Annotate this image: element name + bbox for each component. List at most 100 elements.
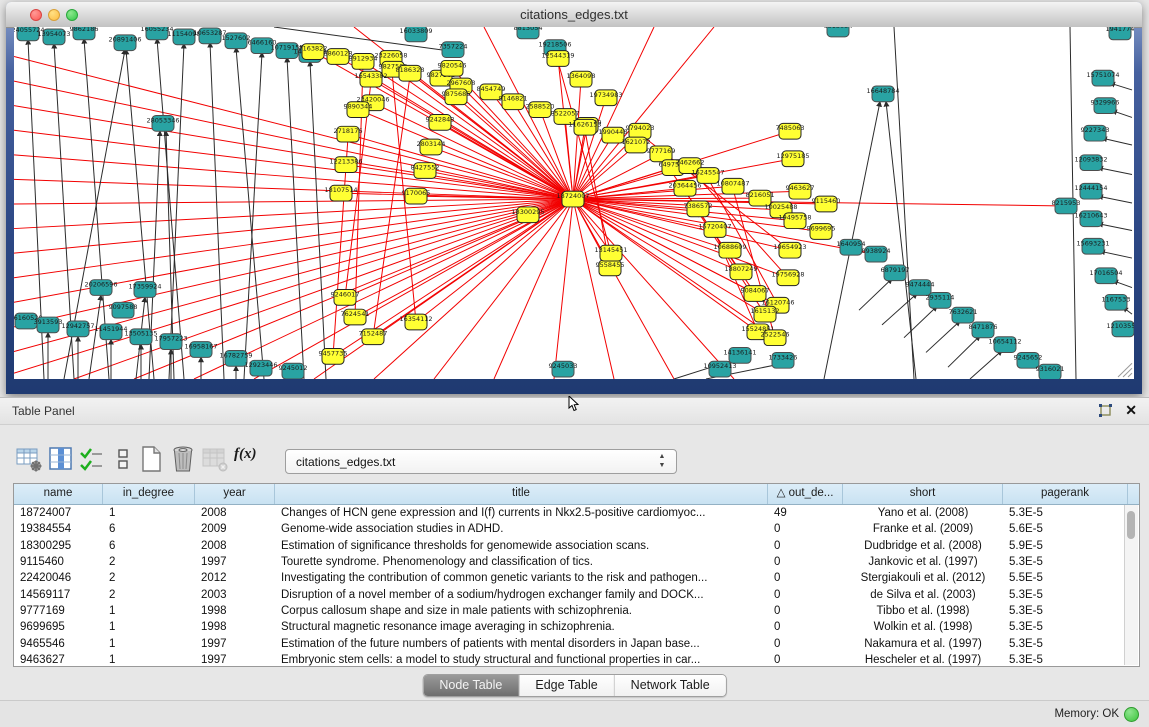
graph-node[interactable]: 9463627 <box>786 183 815 199</box>
graph-node[interactable]: 9457735 <box>319 349 348 365</box>
graph-node[interactable]: 10952413 <box>703 361 736 377</box>
column-header-year[interactable]: year <box>195 484 275 504</box>
graph-node[interactable]: 7386572 <box>684 201 713 217</box>
graph-edge[interactable] <box>157 39 184 379</box>
graph-node[interactable]: 18807249 <box>724 264 757 280</box>
graph-node[interactable]: 18300295 <box>511 207 544 223</box>
graph-node[interactable]: 12923446 <box>244 360 277 376</box>
column-header-short[interactable]: short <box>843 484 1003 504</box>
graph-node[interactable]: 20891406 <box>108 35 141 51</box>
table-row[interactable]: 969969511998Structural magnetic resonanc… <box>14 619 1139 635</box>
graph-edge[interactable] <box>554 199 573 379</box>
table-selector-dropdown[interactable]: citations_edges.txt ▲▼ <box>285 449 677 474</box>
vertical-scrollbar[interactable] <box>1124 505 1138 665</box>
graph-node[interactable]: 17359924 <box>128 282 161 298</box>
graph-node[interactable]: 12942757 <box>61 321 94 337</box>
graph-node[interactable]: 20206596 <box>84 280 117 296</box>
graph-node[interactable]: 12975185 <box>776 151 809 167</box>
table-row[interactable]: 1938455462009Genome-wide association stu… <box>14 521 1139 537</box>
graph-node[interactable]: 8471876 <box>969 322 998 338</box>
graph-node[interactable]: 1733426 <box>769 352 798 368</box>
graph-edge[interactable] <box>1100 251 1132 258</box>
graph-node[interactable]: 7624541 <box>341 309 370 325</box>
graph-edge[interactable] <box>210 43 224 379</box>
graph-node[interactable]: 13505135 <box>124 329 157 345</box>
graph-node[interactable]: 6813054 <box>824 27 853 37</box>
graph-node[interactable]: 6879197 <box>881 265 910 281</box>
tab-network-table[interactable]: Network Table <box>615 675 726 696</box>
graph-edge[interactable] <box>431 147 573 199</box>
graph-node[interactable]: 1615132 <box>751 306 780 322</box>
select-all-icon[interactable] <box>76 444 106 474</box>
graph-node[interactable]: 9875685 <box>442 89 471 105</box>
graph-node[interactable]: 3913593 <box>34 317 63 333</box>
graph-node[interactable]: 7485063 <box>776 123 805 139</box>
graph-node[interactable]: 9699695 <box>807 224 836 240</box>
graph-edge[interactable] <box>1098 196 1132 203</box>
graph-node[interactable]: 17016504 <box>1089 268 1122 284</box>
graph-node[interactable]: 14136141 <box>723 348 756 364</box>
graph-node[interactable]: 16958167 <box>184 342 217 358</box>
show-column-icon[interactable] <box>46 444 76 474</box>
graph-node[interactable]: 18107514 <box>324 185 357 201</box>
graph-node[interactable]: 2522546 <box>761 330 790 346</box>
graph-node[interactable]: 9245012 <box>279 363 308 379</box>
graph-node[interactable]: 9097588 <box>109 302 138 318</box>
graph-node[interactable]: 9170065 <box>402 188 431 204</box>
graph-edge[interactable] <box>948 336 980 367</box>
table-row[interactable]: 911546021997Tourette syndrome. Phenomeno… <box>14 554 1139 570</box>
column-header-in_degree[interactable]: in_degree <box>103 484 195 504</box>
graph-node[interactable]: 2718176 <box>334 126 363 142</box>
tab-edge-table[interactable]: Edge Table <box>519 675 614 696</box>
graph-node[interactable]: 1527602 <box>222 33 251 49</box>
graph-node[interactable]: 13145451 <box>594 245 627 261</box>
graph-node[interactable]: 8427552 <box>411 163 440 179</box>
table-row[interactable]: 1456911722003Disruption of a novel membe… <box>14 586 1139 602</box>
graph-node[interactable]: 8186328 <box>396 65 425 81</box>
graph-edge[interactable] <box>169 44 184 379</box>
graph-node[interactable]: 15751074 <box>1086 70 1119 86</box>
graph-edge[interactable] <box>573 199 674 379</box>
table-row[interactable]: 2242004622012Investigating the contribut… <box>14 570 1139 586</box>
table-row[interactable]: 946362711997Embryonic stem cells: a mode… <box>14 652 1139 667</box>
graph-node[interactable]: 17957223 <box>154 334 187 350</box>
graph-edge[interactable] <box>926 321 960 352</box>
graph-node[interactable]: 8912934 <box>349 54 378 70</box>
graph-edge[interactable] <box>573 27 654 199</box>
column-header-name[interactable]: name <box>14 484 103 504</box>
graph-node[interactable]: 10654112 <box>988 337 1021 353</box>
graph-node[interactable]: 2803144 <box>417 139 446 155</box>
table-settings-icon[interactable] <box>14 444 44 474</box>
graph-node[interactable]: 16648784 <box>866 86 899 102</box>
new-table-icon[interactable] <box>136 444 166 474</box>
graph-node[interactable]: 16033809 <box>399 27 432 42</box>
delete-table-icon[interactable] <box>168 444 198 474</box>
graph-node[interactable]: 9316021 <box>1036 364 1065 379</box>
resize-grip-icon[interactable] <box>1118 363 1132 377</box>
graph-node[interactable]: 8813054 <box>514 27 543 39</box>
graph-node[interactable]: 9890344 <box>344 102 373 118</box>
graph-node[interactable]: 9329966 <box>1091 98 1120 114</box>
window-title-bar[interactable]: citations_edges.txt <box>6 2 1142 28</box>
graph-node[interactable]: 12103554 <box>1106 321 1134 337</box>
column-header-out_de[interactable]: △ out_de... <box>768 484 843 504</box>
graph-node[interactable]: 9242848 <box>426 115 455 131</box>
graph-node[interactable]: 9227343 <box>1081 125 1110 141</box>
column-header-pagerank[interactable]: pagerank <box>1003 484 1128 504</box>
graph-node[interactable]: 10688609 <box>713 242 746 258</box>
graph-edge[interactable] <box>882 293 917 324</box>
graph-node[interactable]: 1167533 <box>1102 294 1131 310</box>
graph-node[interactable]: 13954073 <box>37 29 70 45</box>
graph-node[interactable]: 7632621 <box>949 307 978 323</box>
graph-node[interactable]: 20364456 <box>668 180 701 196</box>
graph-node[interactable]: 8938924 <box>862 246 891 262</box>
graph-node[interactable]: 19654923 <box>773 242 806 258</box>
graph-node[interactable]: 16354112 <box>399 314 432 330</box>
graph-node[interactable]: 7152487 <box>359 329 388 345</box>
close-panel-icon[interactable]: ✕ <box>1125 402 1137 419</box>
tab-node-table[interactable]: Node Table <box>423 675 519 696</box>
graph-node[interactable]: 1941774 <box>1106 27 1134 40</box>
table-row[interactable]: 977716911998Corpus callosum shape and si… <box>14 603 1139 619</box>
graph-node[interactable]: 9146821 <box>499 94 528 110</box>
network-canvas[interactable]: 2405572413954073986218620891406160552341… <box>14 27 1134 379</box>
